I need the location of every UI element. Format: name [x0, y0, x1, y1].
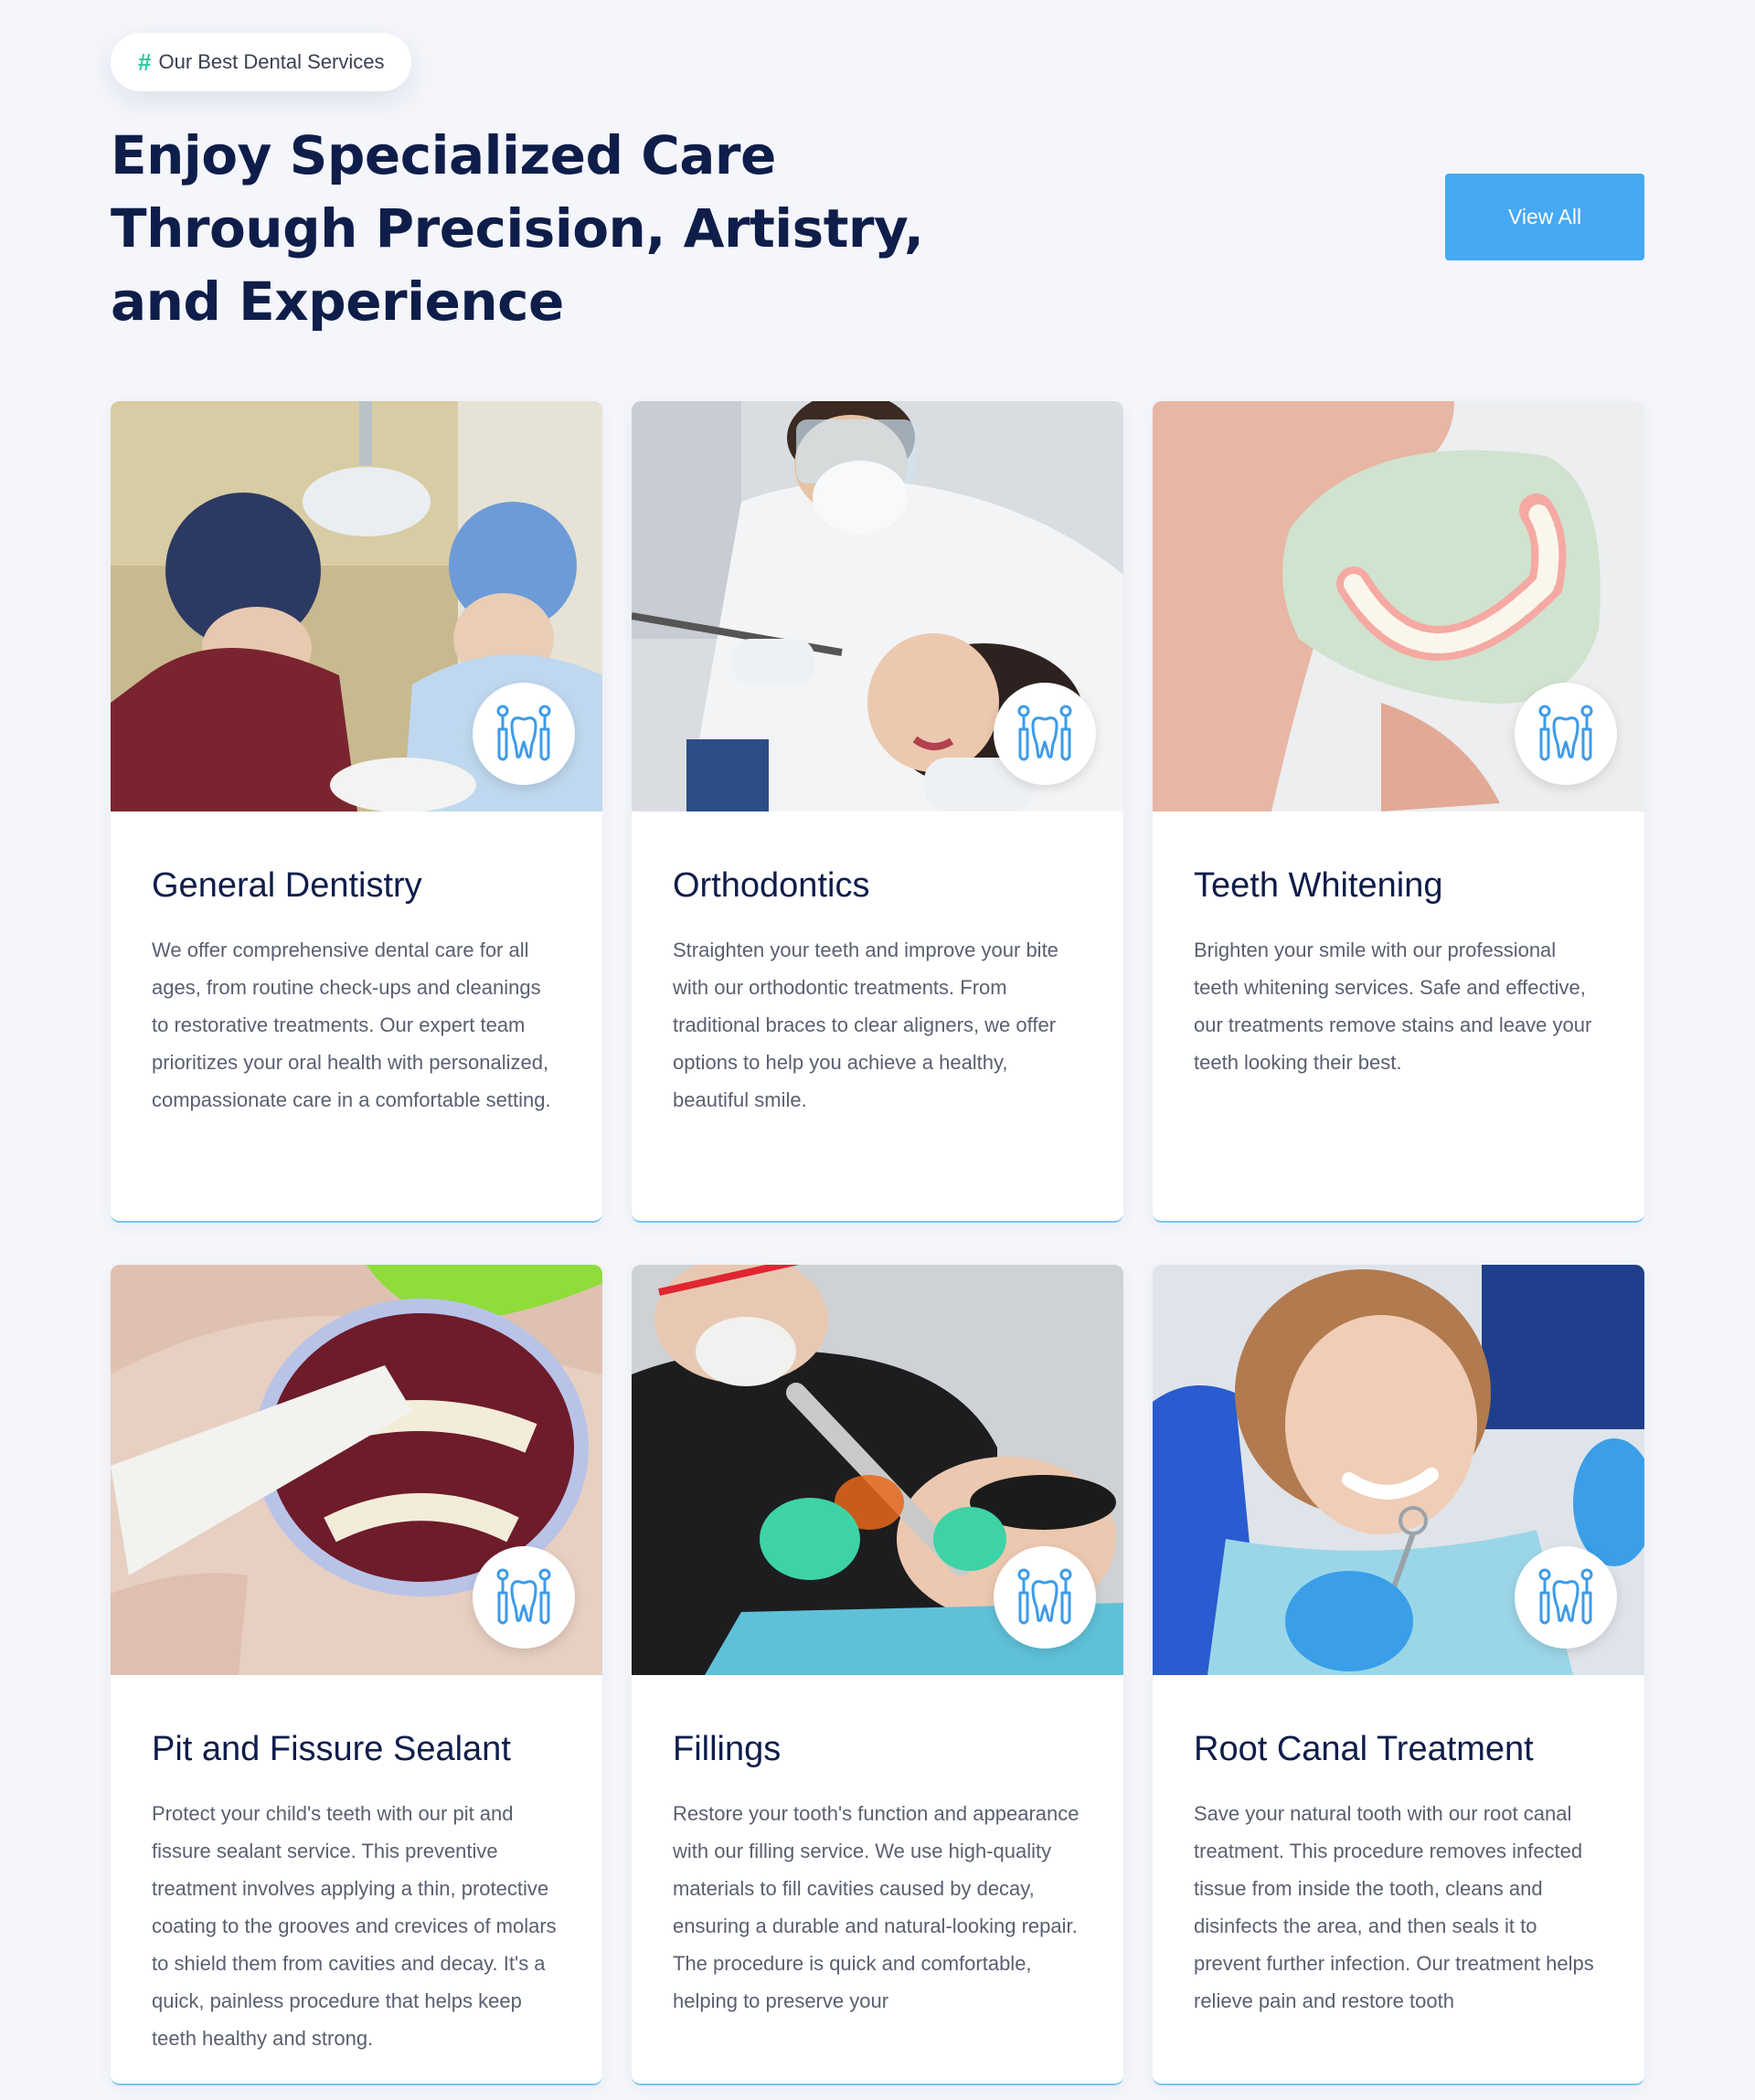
service-description: Brighten your smile with our professiona…: [1194, 939, 1592, 1074]
dental-tools-tooth-icon: [473, 683, 575, 785]
service-card-fillings[interactable]: Fillings Restore your tooth's function a…: [632, 1265, 1123, 2085]
service-photo-teeth-whitening: [1153, 401, 1644, 811]
service-title[interactable]: General Dentistry: [152, 866, 562, 906]
service-description: Restore your tooth's function and appear…: [673, 1802, 1080, 2012]
dental-tools-tooth-icon: [994, 1546, 1096, 1649]
service-title[interactable]: Fillings: [673, 1730, 1083, 1769]
service-photo-fillings: [632, 1265, 1123, 1675]
dental-tools-tooth-icon: [473, 1546, 575, 1649]
service-photo-root-canal-treatment: [1153, 1265, 1644, 1675]
service-card-general-dentistry[interactable]: General Dentistry We offer comprehensive…: [111, 401, 602, 1223]
service-photo-pit-and-fissure-sealant: [111, 1265, 602, 1675]
service-description: Save your natural tooth with our root ca…: [1194, 1802, 1594, 2012]
service-title[interactable]: Orthodontics: [673, 866, 1083, 906]
service-card-pit-and-fissure-sealant[interactable]: Pit and Fissure Sealant Protect your chi…: [111, 1265, 602, 2085]
service-description: Straighten your teeth and improve your b…: [673, 939, 1058, 1111]
section-badge-label: Our Best Dental Services: [158, 50, 385, 73]
service-title[interactable]: Teeth Whitening: [1194, 866, 1604, 906]
dental-tools-tooth-icon: [994, 683, 1096, 785]
service-card-root-canal-treatment[interactable]: Root Canal Treatment Save your natural t…: [1153, 1265, 1644, 2085]
service-description: We offer comprehensive dental care for a…: [152, 939, 551, 1111]
section-badge: # Our Best Dental Services: [111, 33, 412, 91]
dental-tools-tooth-icon: [1515, 683, 1617, 785]
view-all-button[interactable]: View All: [1445, 174, 1644, 260]
dental-tools-tooth-icon: [1515, 1546, 1617, 1649]
service-photo-general-dentistry: [111, 401, 602, 811]
service-description: Protect your child's teeth with our pit …: [152, 1802, 557, 2050]
service-card-teeth-whitening[interactable]: Teeth Whitening Brighten your smile with…: [1153, 401, 1644, 1223]
services-grid: General Dentistry We offer comprehensive…: [111, 401, 1644, 2085]
section-headline: Enjoy Specialized Care Through Precision…: [111, 124, 924, 333]
service-title[interactable]: Pit and Fissure Sealant: [152, 1730, 562, 1769]
hash-icon: #: [138, 48, 152, 76]
service-title[interactable]: Root Canal Treatment: [1194, 1730, 1604, 1769]
service-photo-orthodontics: [632, 401, 1123, 811]
service-card-orthodontics[interactable]: Orthodontics Straighten your teeth and i…: [632, 401, 1123, 1223]
